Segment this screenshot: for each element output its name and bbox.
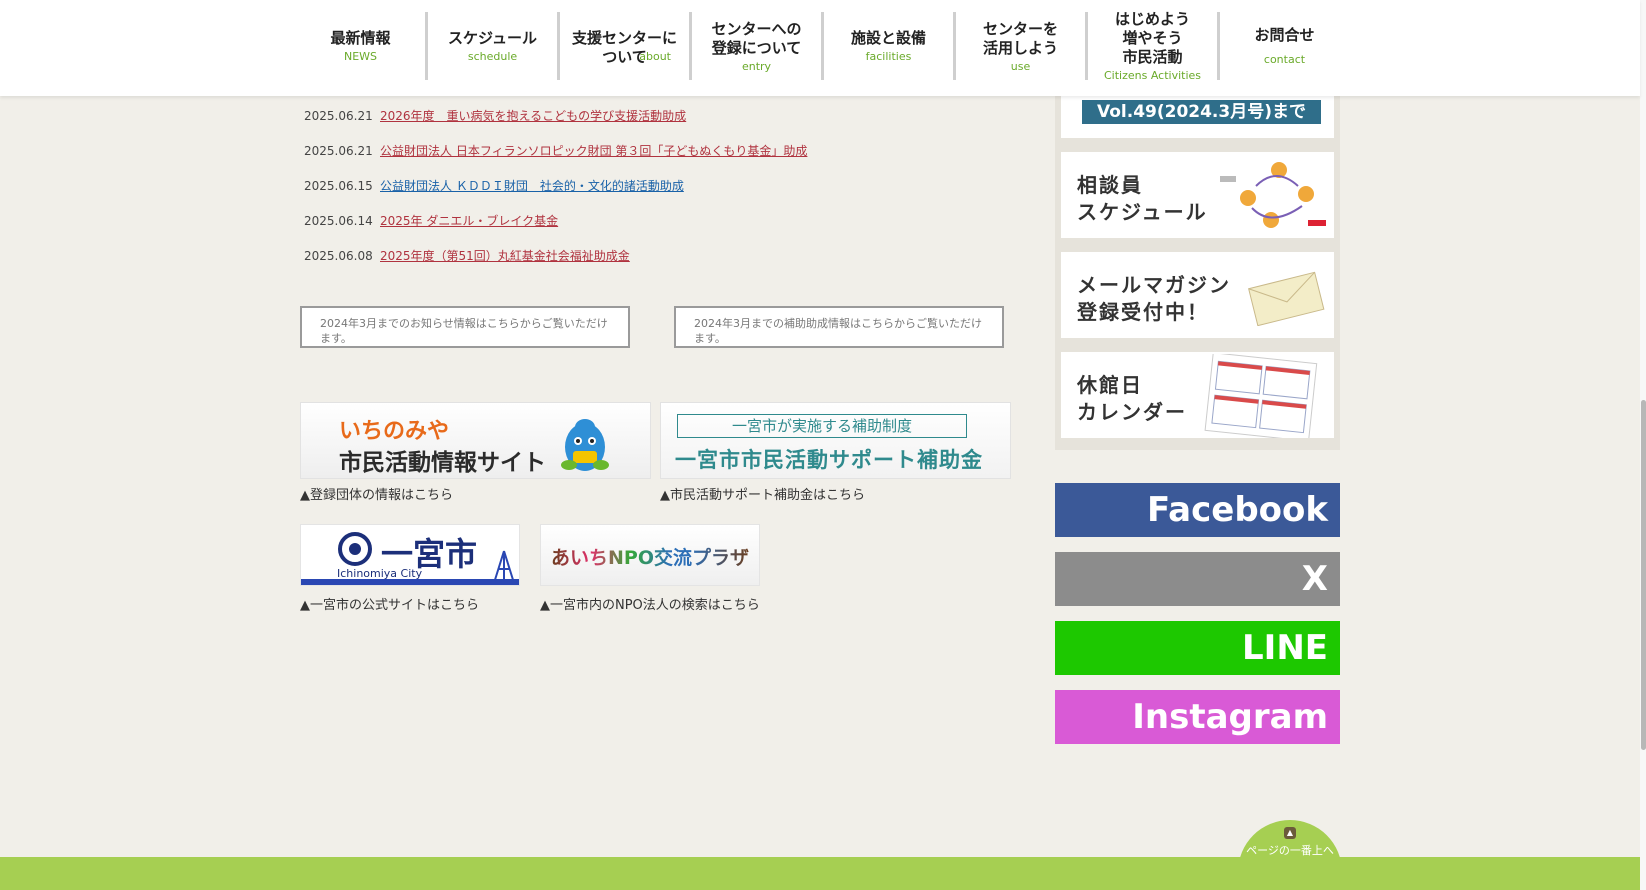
support-grant-banner[interactable]: 一宮市が実施する補助制度 一宮市市民活動サポート補助金 xyxy=(660,402,1011,479)
banner-title-line1: いちのみや xyxy=(339,419,450,444)
news-list: 2025.06.21 2026年度 重い病気を抱えるこどもの学び支援活動助成 2… xyxy=(304,98,807,273)
closed-day-calendar-card[interactable]: 休館日 カレンダー xyxy=(1061,352,1334,438)
grants-archive-button[interactable]: 2024年3月までの補助助成情報はこちらからご覧いただけます。 xyxy=(674,306,1004,348)
list-item: 2025.06.14 2025年 ダニエル・ブレイク基金 xyxy=(304,203,807,238)
nav-sublabel: entry xyxy=(741,59,772,73)
nav-news[interactable]: 最新情報 NEWS xyxy=(296,12,428,80)
grant-banner-title: 一宮市市民活動サポート補助金 xyxy=(675,448,983,472)
news-date: 2025.06.21 xyxy=(304,143,373,158)
footer-bar xyxy=(0,857,1640,890)
nav-contact[interactable]: お問合せ contact xyxy=(1220,12,1349,80)
grant-banner-caption: ▲市民活動サポート補助金はこちら xyxy=(660,488,865,503)
site-banner-caption: ▲登録団体の情報はこちら xyxy=(300,488,453,503)
news-link[interactable]: 2026年度 重い病気を抱えるこどもの学び支援活動助成 xyxy=(380,107,686,124)
nav-sublabel: about xyxy=(639,50,671,63)
nav-sublabel: use xyxy=(1010,59,1031,73)
news-date: 2025.06.21 xyxy=(304,108,373,123)
city-banner-ground xyxy=(301,579,519,585)
nav-schedule[interactable]: スケジュール schedule xyxy=(428,12,560,80)
nav-label: 最新情報 xyxy=(330,29,391,47)
nav-about[interactable]: 支援センターに ついて about xyxy=(560,12,692,80)
nav-label: お問合せ xyxy=(1254,26,1315,44)
city-official-banner[interactable]: 一宮市 Ichinomiya City xyxy=(300,524,520,586)
card-label: 休館日 カレンダー xyxy=(1077,373,1187,424)
list-item: 2025.06.08 2025年度（第51回）丸紅基金社会福祉助成金 xyxy=(304,238,807,273)
list-item: 2025.06.21 公益財団法人 日本フィランソロピック財団 第３回「子どもぬ… xyxy=(304,133,807,168)
nav-citizens-activities[interactable]: はじめよう 増やそう 市民活動 Citizens Activities xyxy=(1088,10,1220,82)
npo-banner-caption: ▲一宮市内のNPO法人の検索はこちら xyxy=(540,598,760,613)
citizen-activity-site-banner[interactable]: いちのみや 市民活動情報サイト xyxy=(300,402,651,479)
city-banner-caption: ▲一宮市の公式サイトはこちら xyxy=(300,598,479,613)
nav-sublabel: NEWS xyxy=(343,50,378,63)
schedule-diagram-icon xyxy=(1220,162,1326,228)
grant-banner-subtitle: 一宮市が実施する補助制度 xyxy=(677,414,967,438)
card-label: 相談員 スケジュール xyxy=(1077,173,1208,224)
counselor-schedule-card[interactable]: 相談員 スケジュール xyxy=(1061,152,1334,238)
banner-title-line2: 市民活動情報サイト xyxy=(339,450,546,476)
list-item: 2025.06.15 公益財団法人 ＫＤＤＩ財団 社会的・文化的諸活動助成 xyxy=(304,168,807,203)
card-label: メールマガジン 登録受付中！ xyxy=(1077,273,1231,324)
facebook-button[interactable]: Facebook xyxy=(1055,483,1340,537)
news-link[interactable]: 2025年度（第51回）丸紅基金社会福祉助成金 xyxy=(380,247,630,264)
nav-label: センターへの 登録について xyxy=(711,19,802,57)
news-date: 2025.06.14 xyxy=(304,213,373,228)
instagram-button[interactable]: Instagram xyxy=(1055,690,1340,744)
arrow-up-icon: ▲ xyxy=(1284,827,1296,839)
npo-plaza-banner[interactable]: あいちNPO交流プラザ xyxy=(540,524,760,586)
line-button[interactable]: LINE xyxy=(1055,621,1340,675)
scrollbar-thumb[interactable] xyxy=(1641,400,1646,750)
back-to-top-button[interactable]: ▲ ページの一番上へ xyxy=(1238,820,1342,890)
npo-banner-text: あいちNPO交流プラザ xyxy=(551,543,749,570)
news-date: 2025.06.15 xyxy=(304,178,373,193)
nav-sublabel: contact xyxy=(1263,53,1306,66)
nav-label: センターを 活用しよう xyxy=(982,19,1058,57)
back-to-top-label: ページの一番上へ xyxy=(1246,844,1334,857)
news-link[interactable]: 2025年 ダニエル・ブレイク基金 xyxy=(380,212,558,229)
global-nav: 最新情報 NEWS スケジュール schedule 支援センターに ついて ab… xyxy=(296,10,1349,84)
x-button[interactable]: X xyxy=(1055,552,1340,606)
nav-label: はじめよう 増やそう 市民活動 xyxy=(1114,10,1190,66)
nav-use[interactable]: センターを 活用しよう use xyxy=(956,12,1088,80)
list-item: 2025.06.21 2026年度 重い病気を抱えるこどもの学び支援活動助成 xyxy=(304,98,807,133)
news-archive-button[interactable]: 2024年3月までのお知らせ情報はこちらからご覧いただけます。 xyxy=(300,306,630,348)
mascot-icon xyxy=(561,419,609,471)
calendar-icon xyxy=(1204,354,1318,438)
nav-label: スケジュール xyxy=(448,29,537,47)
mail-magazine-card[interactable]: メールマガジン 登録受付中！ xyxy=(1061,252,1334,338)
site-header: 最新情報 NEWS スケジュール schedule 支援センターに ついて ab… xyxy=(0,0,1640,96)
city-emblem-icon xyxy=(338,532,372,566)
news-date: 2025.06.08 xyxy=(304,248,373,263)
news-link[interactable]: 公益財団法人 ＫＤＤＩ財団 社会的・文化的諸活動助成 xyxy=(380,177,684,194)
nav-label: 施設と設備 xyxy=(850,29,926,47)
nav-entry[interactable]: センターへの 登録について entry xyxy=(692,12,824,80)
envelope-icon xyxy=(1248,271,1325,326)
nav-sublabel: schedule xyxy=(467,50,518,63)
news-link[interactable]: 公益財団法人 日本フィランソロピック財団 第３回「子どもぬくもり基金」助成 xyxy=(380,142,807,159)
nav-sublabel: Citizens Activities xyxy=(1103,69,1202,82)
tower-icon xyxy=(493,550,515,583)
newsletter-volume-label[interactable]: Vol.49(2024.3月号)まで xyxy=(1082,100,1321,124)
nav-facilities[interactable]: 施設と設備 facilities xyxy=(824,12,956,80)
nav-sublabel: facilities xyxy=(865,50,912,63)
